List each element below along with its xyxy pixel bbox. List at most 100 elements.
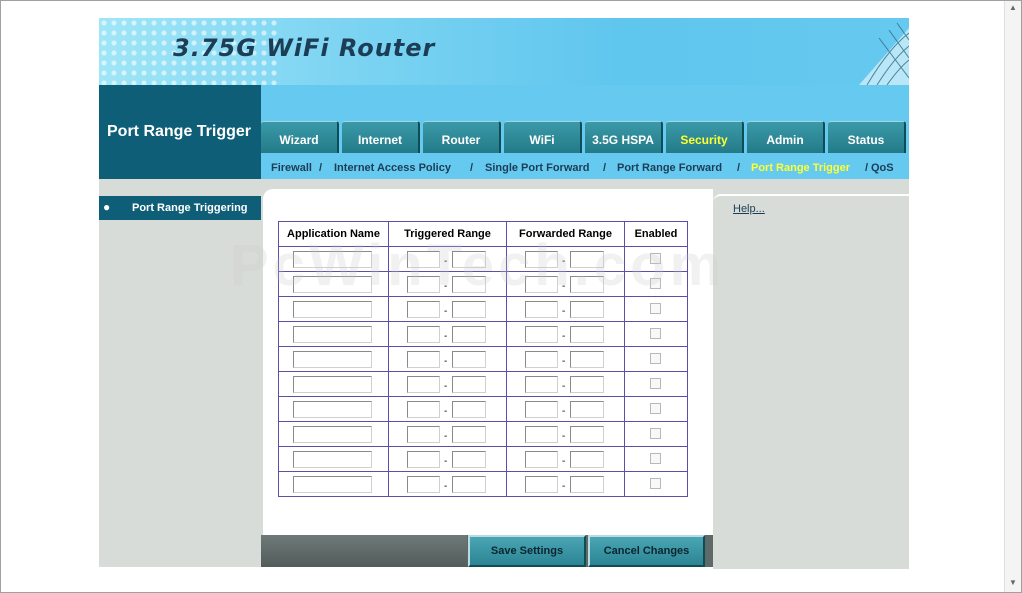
application-name-input[interactable] xyxy=(293,426,372,443)
tab-internet[interactable]: Internet xyxy=(342,121,420,153)
forwarded-end-port-input[interactable] xyxy=(570,326,604,343)
scroll-up-icon[interactable]: ▲ xyxy=(1008,3,1018,13)
table-row: -- xyxy=(278,346,688,372)
forwarded-end-port-input[interactable] xyxy=(570,451,604,468)
triggered-end-port-input[interactable] xyxy=(452,401,486,418)
tab-admin[interactable]: Admin xyxy=(747,121,825,153)
application-name-input[interactable] xyxy=(293,251,372,268)
triggered-end-port-input[interactable] xyxy=(452,301,486,318)
forwarded-range-cell: - xyxy=(506,246,625,272)
forwarded-range-cell: - xyxy=(506,396,625,422)
application-name-input[interactable] xyxy=(293,451,372,468)
scroll-down-icon[interactable]: ▼ xyxy=(1008,578,1018,588)
triggered-end-port-input[interactable] xyxy=(452,376,486,393)
tab-security[interactable]: Security xyxy=(666,121,744,153)
application-name-cell xyxy=(278,421,389,447)
section-title-box: Port Range Trigger xyxy=(99,85,261,179)
forwarded-start-port-input[interactable] xyxy=(525,251,558,268)
router-title: 3.75G WiFi Router xyxy=(173,34,436,62)
forwarded-end-port-input[interactable] xyxy=(570,401,604,418)
tab-status[interactable]: Status xyxy=(828,121,906,153)
forwarded-range-cell: - xyxy=(506,471,625,497)
triggered-start-port-input[interactable] xyxy=(407,376,440,393)
forwarded-start-port-input[interactable] xyxy=(525,476,558,493)
forwarded-end-port-input[interactable] xyxy=(570,376,604,393)
tab-wizard[interactable]: Wizard xyxy=(261,121,339,153)
enabled-checkbox[interactable] xyxy=(650,253,661,264)
triggered-end-port-input[interactable] xyxy=(452,351,486,368)
triggered-end-port-input[interactable] xyxy=(452,426,486,443)
application-name-input[interactable] xyxy=(293,476,372,493)
tab-3-5g-hspa[interactable]: 3.5G HSPA xyxy=(585,121,663,153)
forwarded-start-port-input[interactable] xyxy=(525,451,558,468)
triggered-end-port-input[interactable] xyxy=(452,451,486,468)
help-link[interactable]: Help... xyxy=(733,203,765,215)
triggered-end-port-input[interactable] xyxy=(452,251,486,268)
forwarded-end-port-input[interactable] xyxy=(570,251,604,268)
sidebar-item-port-range-triggering[interactable]: ● Port Range Triggering xyxy=(99,196,261,220)
enabled-checkbox[interactable] xyxy=(650,353,661,364)
range-dash: - xyxy=(562,456,566,467)
application-name-cell xyxy=(278,321,389,347)
forwarded-start-port-input[interactable] xyxy=(525,401,558,418)
subnav-port-range-forward[interactable]: Port Range Forward xyxy=(617,162,722,174)
sidebar-item-label: Port Range Triggering xyxy=(132,202,248,214)
triggered-start-port-input[interactable] xyxy=(407,401,440,418)
subnav-port-range-trigger[interactable]: Port Range Trigger xyxy=(751,162,850,174)
range-dash: - xyxy=(562,331,566,342)
forwarded-end-port-input[interactable] xyxy=(570,301,604,318)
triggered-end-port-input[interactable] xyxy=(452,276,486,293)
triggered-start-port-input[interactable] xyxy=(407,476,440,493)
save-settings-button[interactable]: Save Settings xyxy=(468,535,586,567)
application-name-input[interactable] xyxy=(293,351,372,368)
subnav-firewall[interactable]: Firewall xyxy=(271,162,312,174)
subnav-single-port-forward[interactable]: Single Port Forward xyxy=(485,162,590,174)
triggered-start-port-input[interactable] xyxy=(407,251,440,268)
forwarded-start-port-input[interactable] xyxy=(525,376,558,393)
triggered-end-port-input[interactable] xyxy=(452,476,486,493)
vertical-scrollbar[interactable]: ▲ ▼ xyxy=(1004,1,1021,592)
tab-router[interactable]: Router xyxy=(423,121,501,153)
enabled-checkbox[interactable] xyxy=(650,378,661,389)
application-name-input[interactable] xyxy=(293,376,372,393)
triggered-start-port-input[interactable] xyxy=(407,276,440,293)
enabled-checkbox[interactable] xyxy=(650,328,661,339)
triggered-end-port-input[interactable] xyxy=(452,326,486,343)
triggered-start-port-input[interactable] xyxy=(407,301,440,318)
application-name-input[interactable] xyxy=(293,301,372,318)
triggered-start-port-input[interactable] xyxy=(407,326,440,343)
forwarded-end-port-input[interactable] xyxy=(570,426,604,443)
enabled-checkbox[interactable] xyxy=(650,428,661,439)
forwarded-start-port-input[interactable] xyxy=(525,326,558,343)
triggered-start-port-input[interactable] xyxy=(407,351,440,368)
tab-wifi[interactable]: WiFi xyxy=(504,121,582,153)
application-name-input[interactable] xyxy=(293,276,372,293)
triggered-start-port-input[interactable] xyxy=(407,426,440,443)
enabled-cell xyxy=(624,246,688,272)
column-header-enabled: Enabled xyxy=(624,221,688,247)
enabled-checkbox[interactable] xyxy=(650,478,661,489)
triggered-range-cell: - xyxy=(388,346,507,372)
enabled-checkbox[interactable] xyxy=(650,403,661,414)
forwarded-start-port-input[interactable] xyxy=(525,301,558,318)
range-dash: - xyxy=(444,456,448,467)
forwarded-start-port-input[interactable] xyxy=(525,426,558,443)
enabled-cell xyxy=(624,421,688,447)
subnav-internet-access-policy[interactable]: Internet Access Policy xyxy=(334,162,451,174)
forwarded-end-port-input[interactable] xyxy=(570,476,604,493)
triggered-range-cell: - xyxy=(388,371,507,397)
triggered-start-port-input[interactable] xyxy=(407,451,440,468)
enabled-checkbox[interactable] xyxy=(650,303,661,314)
range-dash: - xyxy=(444,381,448,392)
subnav-qos[interactable]: QoS xyxy=(871,162,894,174)
forwarded-end-port-input[interactable] xyxy=(570,351,604,368)
forwarded-start-port-input[interactable] xyxy=(525,276,558,293)
application-name-input[interactable] xyxy=(293,326,372,343)
enabled-checkbox[interactable] xyxy=(650,453,661,464)
application-name-input[interactable] xyxy=(293,401,372,418)
enabled-checkbox[interactable] xyxy=(650,278,661,289)
forwarded-start-port-input[interactable] xyxy=(525,351,558,368)
forwarded-end-port-input[interactable] xyxy=(570,276,604,293)
enabled-cell xyxy=(624,446,688,472)
cancel-changes-button[interactable]: Cancel Changes xyxy=(588,535,705,567)
